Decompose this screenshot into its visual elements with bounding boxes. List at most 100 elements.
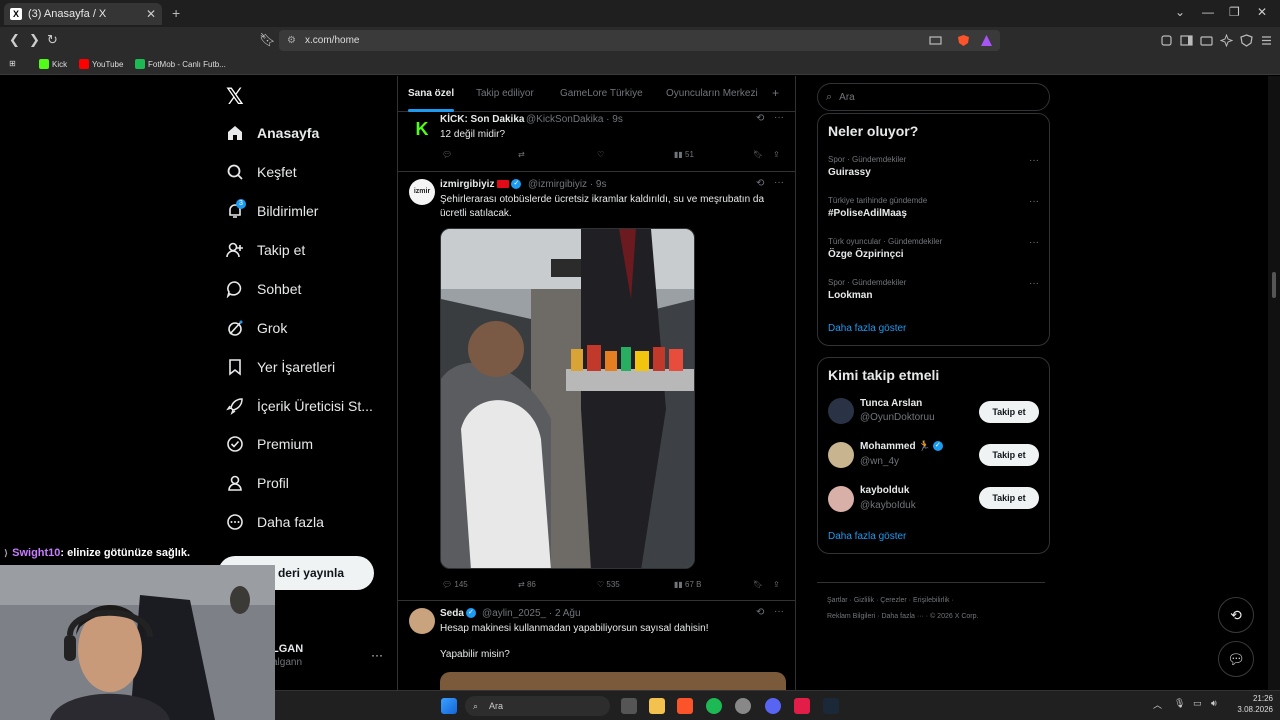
- retweet-icon[interactable]: ⇄ 86: [518, 580, 536, 589]
- footer-links[interactable]: Şartlar · Gizlilik · Çerezler · Erişileb…: [827, 597, 954, 604]
- tab-oyuncularin-merkezi[interactable]: Oyuncuların Merkezi: [666, 88, 758, 99]
- nav-grok[interactable]: Grok: [226, 319, 287, 337]
- nav-follow[interactable]: Takip et: [226, 241, 305, 259]
- apps-grid-icon[interactable]: ⊞: [9, 59, 16, 68]
- avatar[interactable]: [828, 486, 854, 512]
- taskbar-search-input[interactable]: ⌕ Ara: [465, 696, 610, 716]
- tweet-more-icon[interactable]: ···: [774, 606, 784, 617]
- close-window-icon[interactable]: ✕: [1257, 5, 1267, 19]
- tweet-handle[interactable]: @aylin_2025_ · 2 Ağu: [482, 608, 581, 619]
- tweet[interactable]: Seda ✓ @aylin_2025_ · 2 Ağu ⟲ ··· Hesap m…: [398, 602, 795, 690]
- tweet-author[interactable]: KİCK: Son Dakika: [440, 114, 524, 125]
- account-more-icon[interactable]: ···: [371, 648, 383, 662]
- trend-more-icon[interactable]: ···: [1029, 155, 1039, 166]
- tweet-more-icon[interactable]: ···: [774, 177, 784, 188]
- tweet-author[interactable]: Seda ✓: [440, 608, 476, 619]
- back-icon[interactable]: ❮: [9, 32, 20, 48]
- brave-shield-icon[interactable]: [957, 34, 970, 47]
- follow-button[interactable]: Takip et: [979, 487, 1039, 509]
- tab-for-you[interactable]: Sana özel: [408, 88, 454, 99]
- nav-home[interactable]: Anasayfa: [226, 124, 319, 142]
- avatar[interactable]: [828, 442, 854, 468]
- like-icon[interactable]: ♡: [597, 150, 604, 159]
- tweet-author[interactable]: izmirgibiyiz ✓: [440, 179, 522, 190]
- tab-search-icon[interactable]: ⌄: [1175, 5, 1185, 19]
- bookmark-page-icon[interactable]: 🔖︎: [259, 32, 276, 48]
- views-icon[interactable]: ▮▮ 67 B: [674, 580, 702, 589]
- tweet-image[interactable]: [440, 672, 786, 690]
- forward-icon[interactable]: ❯: [29, 32, 40, 48]
- taskbar-clock[interactable]: 21:26 3.08.2026: [1233, 693, 1273, 715]
- avatar[interactable]: izmir: [409, 179, 435, 205]
- nav-notifications[interactable]: 3 Bildirimler: [226, 199, 318, 220]
- brave-rewards-icon[interactable]: [980, 34, 993, 47]
- network-icon[interactable]: ▭: [1193, 698, 1202, 709]
- nav-explore[interactable]: Keşfet: [226, 163, 297, 181]
- leo-ai-icon[interactable]: [1220, 34, 1233, 47]
- bookmark-youtube[interactable]: YouTube: [79, 59, 123, 69]
- search-input[interactable]: ⌕ Ara: [817, 83, 1050, 111]
- x-logo[interactable]: 𝕏: [226, 84, 244, 110]
- maximize-icon[interactable]: ❐: [1229, 5, 1240, 19]
- url-input[interactable]: ⚙ x.com/home: [279, 30, 1000, 51]
- avatar[interactable]: K: [409, 116, 435, 142]
- tweet[interactable]: izmir izmirgibiyiz ✓ @izmirgibiyiz · 9s ⟲…: [398, 173, 795, 601]
- sidebar-toggle-icon[interactable]: [1180, 34, 1193, 47]
- steam-icon[interactable]: [823, 698, 839, 714]
- volume-icon[interactable]: 🔊︎: [1211, 698, 1217, 709]
- microphone-icon[interactable]: 🎙︎: [1174, 698, 1185, 709]
- messages-float-button[interactable]: 💬︎: [1218, 641, 1254, 677]
- avatar[interactable]: [409, 608, 435, 634]
- nav-more[interactable]: Daha fazla: [226, 513, 324, 531]
- views-icon[interactable]: ▮▮ 51: [674, 150, 694, 159]
- task-view-icon[interactable]: [621, 698, 637, 714]
- trends-show-more-link[interactable]: Daha fazla göster: [828, 323, 906, 334]
- tab-gamelore[interactable]: GameLore Türkiye: [560, 88, 643, 99]
- tab-following[interactable]: Takip ediliyor: [476, 88, 534, 99]
- share-icon[interactable]: ⇪: [773, 580, 780, 589]
- brave-browser-icon[interactable]: [677, 698, 693, 714]
- tweet-more-icon[interactable]: ···: [774, 112, 784, 123]
- reply-icon[interactable]: 💬︎ 145: [442, 580, 468, 589]
- add-list-icon[interactable]: +: [772, 86, 779, 100]
- reply-icon[interactable]: 💬︎: [442, 150, 452, 159]
- reload-icon[interactable]: ↻: [47, 32, 58, 48]
- scrollbar-thumb[interactable]: [1272, 272, 1276, 298]
- extensions-icon[interactable]: [1160, 34, 1173, 47]
- app-icon[interactable]: [735, 698, 751, 714]
- trend-more-icon[interactable]: ···: [1029, 237, 1039, 248]
- bookmark-kick[interactable]: Kick: [39, 59, 67, 69]
- nav-premium[interactable]: Premium: [226, 435, 313, 453]
- app-red-icon[interactable]: [794, 698, 810, 714]
- grok-float-button[interactable]: ⟲: [1218, 597, 1254, 633]
- tweet-image[interactable]: [440, 228, 695, 569]
- tweet-handle[interactable]: @KickSonDakika · 9s: [526, 114, 623, 125]
- footer-links-2[interactable]: Reklam Bilgileri · Daha fazla ··· · © 20…: [827, 613, 978, 620]
- wallet-icon[interactable]: [1200, 34, 1213, 47]
- site-info-icon[interactable]: ⚙: [287, 35, 296, 46]
- new-tab-icon[interactable]: +: [172, 5, 180, 21]
- nav-profile[interactable]: Profil: [226, 474, 289, 492]
- file-explorer-icon[interactable]: [649, 698, 665, 714]
- tray-expand-icon[interactable]: ︿: [1153, 698, 1162, 711]
- discord-icon[interactable]: [765, 698, 781, 714]
- cast-icon[interactable]: [929, 34, 942, 47]
- grok-analyze-icon[interactable]: ⟲: [756, 178, 764, 189]
- bookmark-fotmob[interactable]: FotMob - Canlı Futb...: [135, 59, 226, 69]
- minimize-icon[interactable]: —: [1202, 5, 1214, 19]
- bookmark-tweet-icon[interactable]: 🔖︎: [753, 150, 763, 159]
- like-icon[interactable]: ♡ 535: [597, 580, 620, 589]
- retweet-icon[interactable]: ⇄: [518, 150, 525, 159]
- follow-button[interactable]: Takip et: [979, 401, 1039, 423]
- start-icon[interactable]: [441, 698, 457, 714]
- menu-icon[interactable]: [1260, 34, 1273, 47]
- follow-button[interactable]: Takip et: [979, 444, 1039, 466]
- avatar[interactable]: [828, 398, 854, 424]
- grok-analyze-icon[interactable]: ⟲: [756, 113, 764, 124]
- bookmark-tweet-icon[interactable]: 🔖︎: [753, 580, 763, 589]
- who-show-more-link[interactable]: Daha fazla göster: [828, 531, 906, 542]
- spotify-icon[interactable]: [706, 698, 722, 714]
- share-icon[interactable]: ⇪: [773, 150, 780, 159]
- nav-bookmarks[interactable]: Yer İşaretleri: [226, 358, 335, 376]
- page-scrollbar[interactable]: [1268, 76, 1280, 690]
